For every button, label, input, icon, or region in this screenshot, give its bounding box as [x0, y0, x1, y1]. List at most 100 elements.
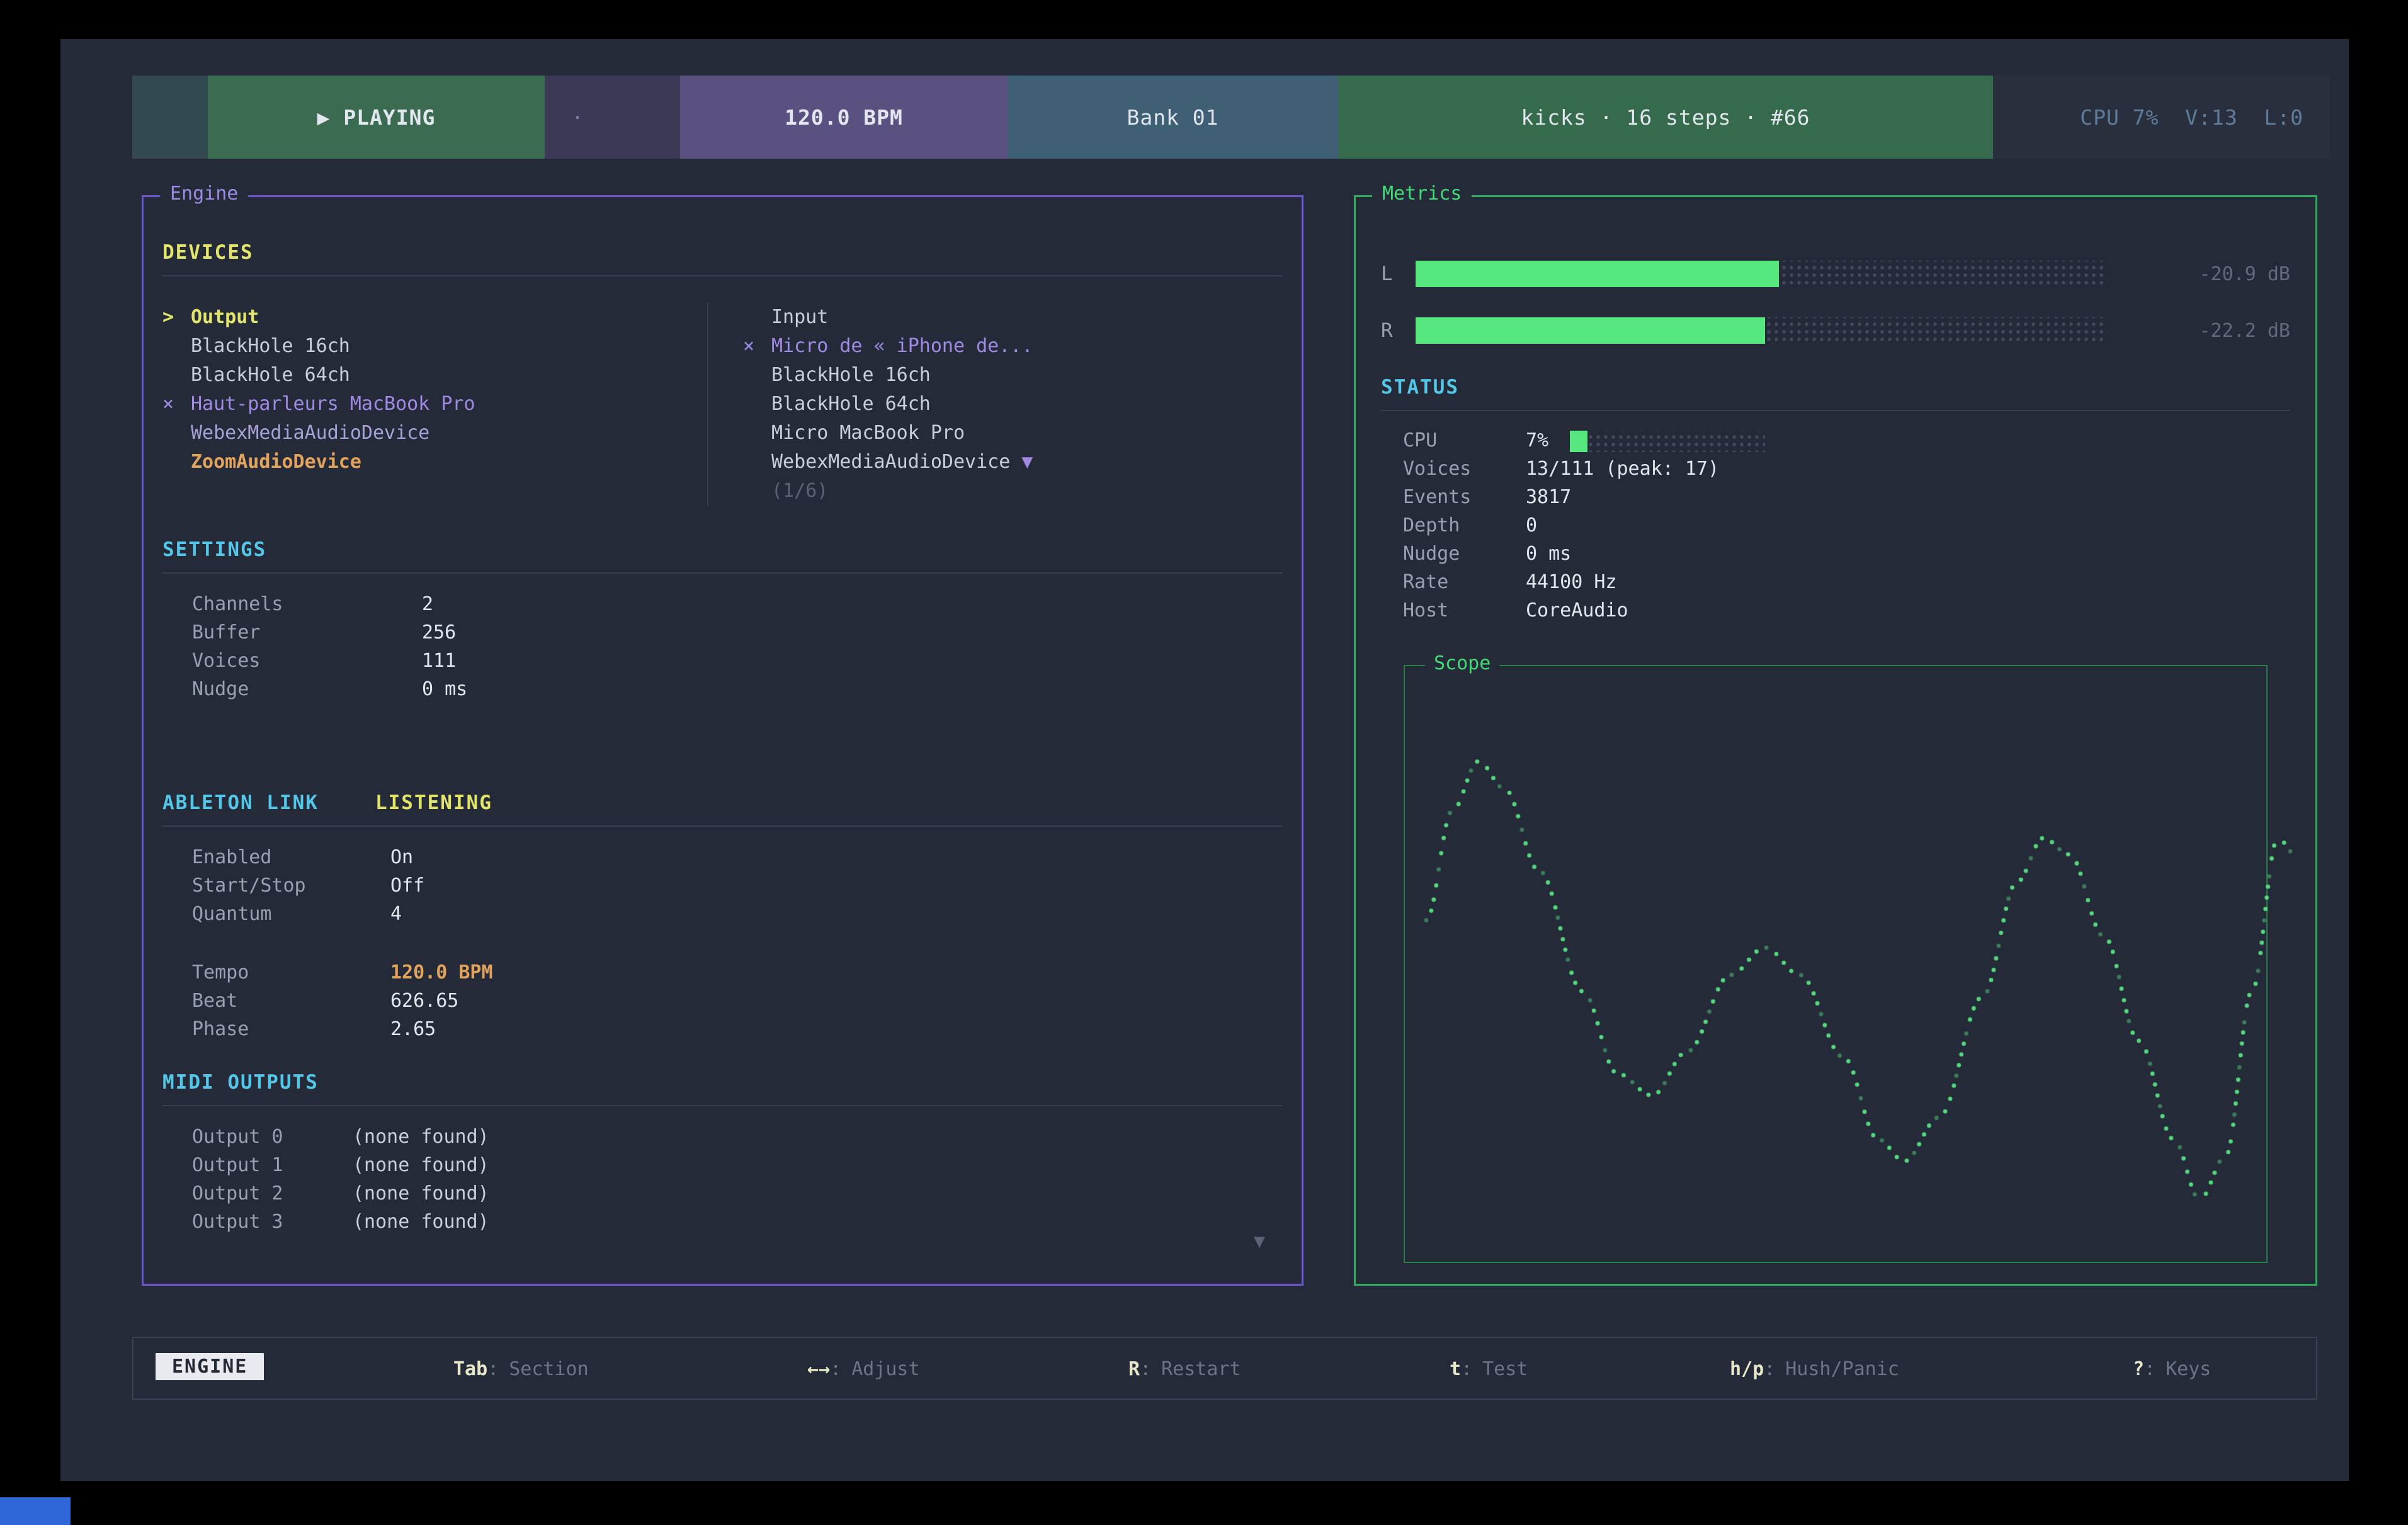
ableton-link-title: ABLETON LINK: [162, 791, 319, 814]
link-quantum[interactable]: Quantum4: [192, 900, 1283, 928]
status-rate: Rate44100 Hz: [1403, 568, 2290, 596]
status-label: Nudge: [1403, 540, 1526, 568]
devices-section-header: DEVICES: [162, 241, 1283, 264]
status-value: 13/111 (peak: 17): [1526, 458, 1719, 480]
hint-adjust: ←→:Adjust: [807, 1358, 920, 1380]
link-value: 626.65: [390, 990, 458, 1012]
device-option[interactable]: Micro MacBook Pro: [743, 419, 1283, 448]
setting-value: 0 ms: [422, 678, 467, 700]
status-label: Host: [1403, 596, 1526, 625]
status-nudge: Nudge0 ms: [1403, 540, 2290, 568]
device-option[interactable]: BlackHole 64ch: [743, 390, 1283, 419]
midi-output-1: Output 1(none found): [192, 1151, 1283, 1179]
status-host: HostCoreAudio: [1403, 596, 2290, 625]
footer-hint-bar: ENGINE Tab:Section ←→:Adjust R:Restart t…: [132, 1337, 2317, 1400]
scroll-more-icon: ▼: [1254, 1230, 1265, 1252]
device-list-pagination: (1/6): [743, 477, 1283, 506]
status-value: 0 ms: [1526, 543, 1571, 565]
column-title: Input: [771, 306, 828, 328]
device-name: WebexMediaAudioDevice: [771, 451, 1010, 473]
setting-voices[interactable]: Voices111: [192, 647, 1283, 675]
setting-buffer[interactable]: Buffer256: [192, 618, 1283, 647]
link-beat: Beat626.65: [192, 987, 1283, 1015]
link-start-stop[interactable]: Start/StopOff: [192, 871, 1283, 900]
link-tempo[interactable]: Tempo120.0 BPM: [192, 958, 1283, 987]
transport-label: ▶ PLAYING: [317, 105, 436, 130]
cpu-mini-meter: [1570, 431, 1765, 452]
status-rows: CPU7% Voices13/111 (peak: 17) Events3817…: [1381, 426, 2290, 625]
device-option[interactable]: BlackHole 16ch: [162, 332, 707, 361]
status-value: 44100 Hz: [1526, 571, 1617, 593]
link-enabled[interactable]: EnabledOn: [192, 843, 1283, 871]
link-value: Off: [390, 875, 424, 897]
device-columns: >Output BlackHole 16ch BlackHole 64ch ×H…: [162, 303, 1283, 506]
status-value: 0: [1526, 514, 1537, 536]
setting-channels[interactable]: Channels2: [192, 590, 1283, 618]
top-status-bar: ▶ PLAYING · 120.0 BPM Bank 01 kicks · 16…: [132, 76, 2330, 159]
link-label: Beat: [192, 987, 390, 1015]
link-value: 4: [390, 903, 402, 925]
hint-desc: Section: [509, 1358, 588, 1380]
device-option-active[interactable]: ZoomAudioDevice: [162, 448, 707, 477]
status-events: Events3817: [1403, 483, 2290, 511]
link-value: On: [390, 846, 413, 868]
input-column-header[interactable]: Input: [743, 303, 1283, 332]
page-count: (1/6): [771, 480, 828, 502]
link-value: 2.65: [390, 1018, 436, 1040]
input-device-list: Input ×Micro de « iPhone de... BlackHole…: [707, 303, 1283, 506]
bank-display[interactable]: Bank 01: [1008, 76, 1338, 159]
link-status-badge: LISTENING: [375, 791, 492, 814]
taskbar-fragment: [0, 1497, 71, 1525]
device-name: Micro de « iPhone de...: [771, 335, 1033, 357]
status-label: Events: [1403, 483, 1526, 511]
link-rows: EnabledOn Start/StopOff Quantum4: [162, 843, 1283, 928]
scope-panel: Scope: [1404, 665, 2268, 1263]
device-option-muted[interactable]: ×Haut-parleurs MacBook Pro: [162, 390, 707, 419]
midi-value: (none found): [353, 1182, 489, 1205]
hint-separator: :: [2144, 1358, 2155, 1380]
hint-hush-panic: h/p:Hush/Panic: [1730, 1358, 1899, 1380]
hint-key: ←→: [807, 1358, 830, 1380]
dropdown-arrow-icon[interactable]: ▼: [1021, 451, 1033, 473]
hint-keys: ?:Keys: [2133, 1358, 2211, 1380]
link-tempo-rows: Tempo120.0 BPM Beat626.65 Phase2.65: [162, 958, 1283, 1043]
meter-fill: [1416, 317, 1765, 344]
setting-nudge[interactable]: Nudge0 ms: [192, 675, 1283, 703]
device-option[interactable]: BlackHole 16ch: [743, 361, 1283, 390]
hint-section: Tab:Section: [453, 1358, 589, 1380]
divider: [162, 1105, 1283, 1106]
cpu-mini-fill: [1570, 431, 1587, 452]
engine-mode-badge[interactable]: ENGINE: [156, 1353, 264, 1380]
divider: [162, 825, 1283, 827]
transport-status[interactable]: ▶ PLAYING: [208, 76, 545, 159]
setting-value: 111: [422, 650, 456, 672]
hint-separator: :: [487, 1358, 499, 1380]
device-option-muted[interactable]: ×Micro de « iPhone de...: [743, 332, 1283, 361]
bpm-label: 120.0 BPM: [785, 105, 903, 130]
meter-track: [1416, 261, 2108, 287]
hint-separator: :: [1764, 1358, 1775, 1380]
bank-label: Bank 01: [1127, 105, 1218, 130]
ableton-link-section-header: ABLETON LINK LISTENING: [162, 791, 1283, 814]
device-option[interactable]: BlackHole 64ch: [162, 361, 707, 390]
hint-desc: Test: [1482, 1358, 1528, 1380]
hint-test: t:Test: [1450, 1358, 1528, 1380]
status-cpu: CPU7%: [1403, 426, 2290, 455]
device-option[interactable]: WebexMediaAudioDevice: [162, 419, 707, 448]
device-option[interactable]: WebexMediaAudioDevice ▼: [743, 448, 1283, 477]
midi-output-0: Output 0(none found): [192, 1123, 1283, 1151]
hint-desc: Restart: [1161, 1358, 1241, 1380]
hint-separator: :: [1461, 1358, 1472, 1380]
status-voices: Voices13/111 (peak: 17): [1403, 455, 2290, 483]
settings-rows: Channels2 Buffer256 Voices111 Nudge0 ms: [162, 590, 1283, 703]
pattern-display[interactable]: kicks · 16 steps · #66: [1338, 76, 1993, 159]
hint-key: ?: [2133, 1358, 2144, 1380]
device-name: Output: [191, 306, 259, 328]
output-column-header[interactable]: >Output: [162, 303, 707, 332]
bpm-display[interactable]: 120.0 BPM: [680, 76, 1008, 159]
divider: [162, 572, 1283, 574]
hint-separator: :: [1140, 1358, 1151, 1380]
device-name: BlackHole 16ch: [191, 335, 350, 357]
device-name: BlackHole 64ch: [771, 393, 931, 415]
meter-fill: [1416, 261, 1779, 287]
